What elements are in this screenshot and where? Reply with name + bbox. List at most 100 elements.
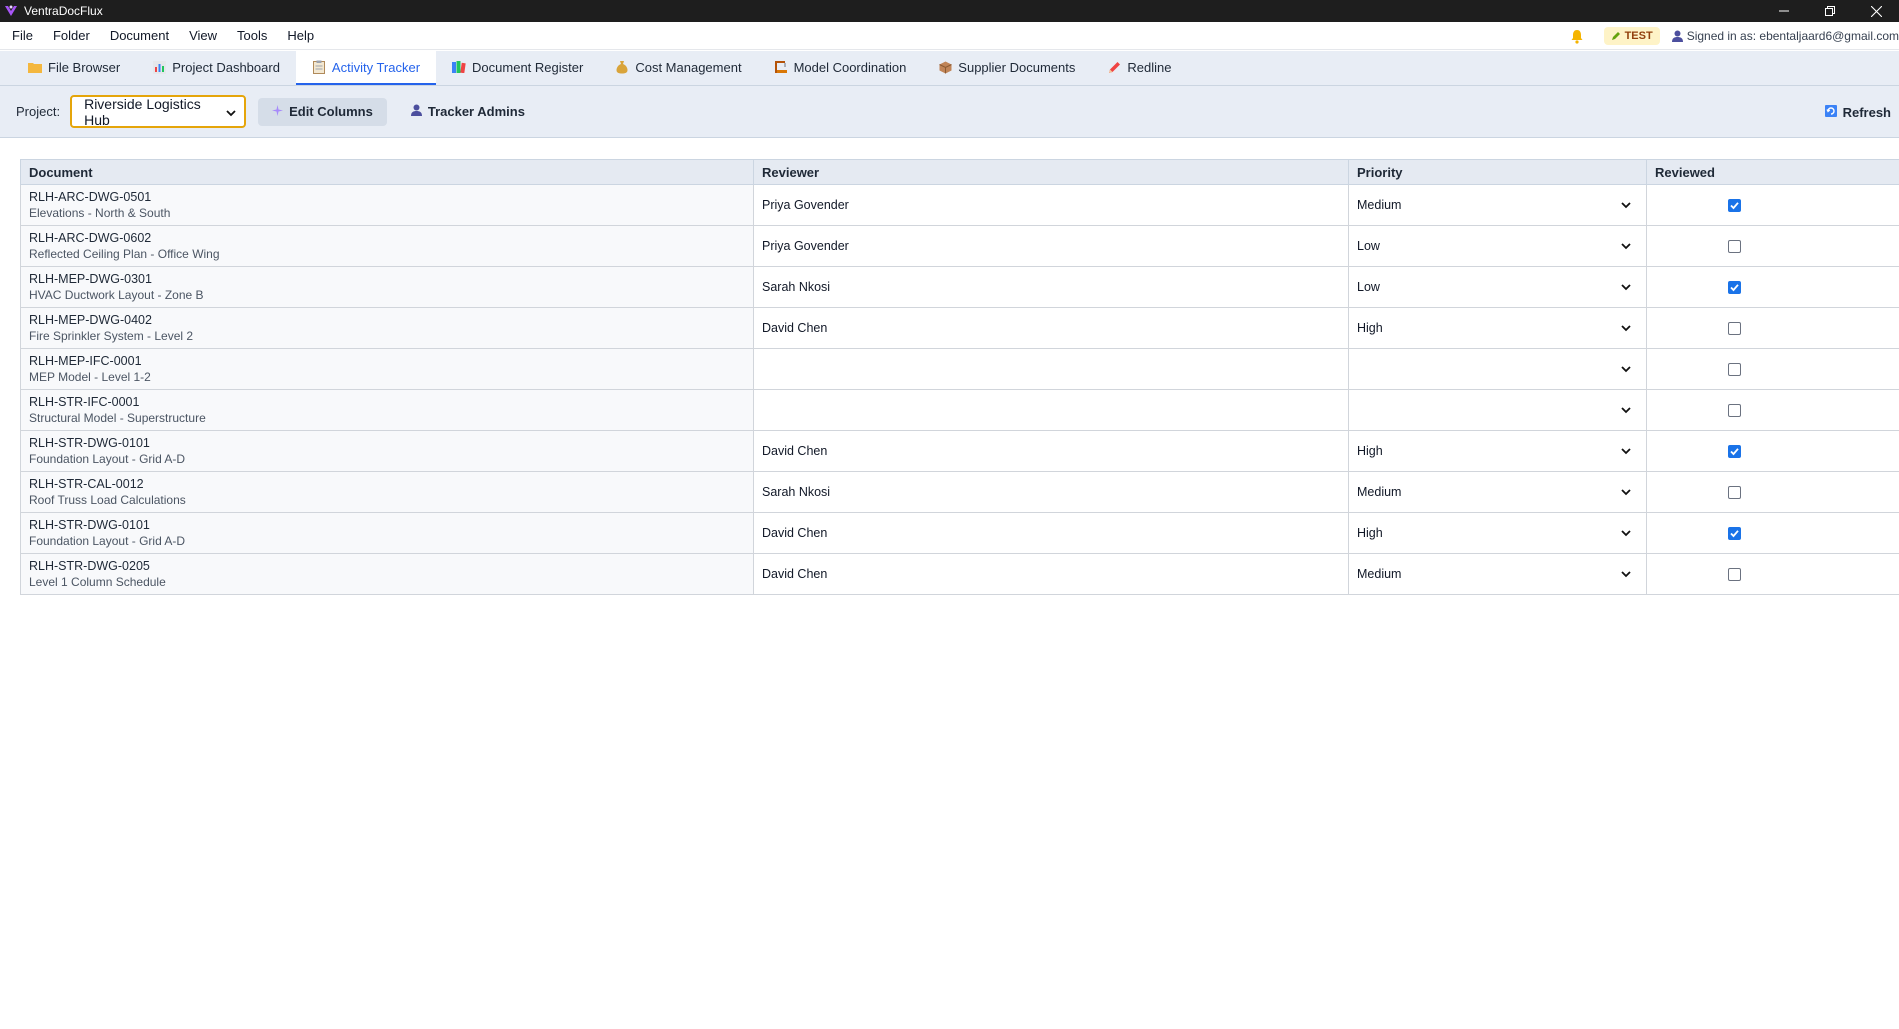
edit-columns-button[interactable]: Edit Columns [258, 97, 387, 126]
table-row[interactable]: RLH-STR-DWG-0101 Foundation Layout - Grid… [20, 430, 1899, 472]
tab-activity-tracker[interactable]: Activity Tracker [295, 51, 437, 85]
reviewer-cell[interactable] [753, 389, 1349, 431]
reviewed-checkbox[interactable] [1727, 527, 1741, 541]
menu-view[interactable]: View [179, 22, 227, 50]
priority-select[interactable] [1348, 389, 1647, 431]
menu-folder[interactable]: Folder [43, 22, 100, 50]
tracker-admins-label: Tracker Admins [427, 104, 525, 119]
chevron-down-icon [226, 104, 236, 120]
minimize-icon[interactable] [1761, 0, 1807, 22]
reviewed-checkbox[interactable] [1727, 445, 1741, 459]
table-row[interactable]: RLH-STR-IFC-0001 Structural Model - Super… [20, 389, 1899, 431]
document-cell[interactable]: RLH-STR-IFC-0001 Structural Model - Super… [20, 389, 754, 431]
reviewer-cell[interactable]: Priya Govender [753, 184, 1349, 226]
tab-label: Cost Management [635, 59, 742, 75]
menu-bar: File Folder Document View Tools Help TES… [0, 22, 1899, 50]
reviewed-checkbox[interactable] [1727, 240, 1741, 254]
menu-document[interactable]: Document [100, 22, 179, 50]
document-title: Roof Truss Load Calculations [29, 493, 186, 507]
priority-select[interactable]: Low [1348, 266, 1647, 308]
table-row[interactable]: RLH-STR-DWG-0101 Foundation Layout - Grid… [20, 512, 1899, 554]
reviewed-checkbox[interactable] [1727, 322, 1741, 336]
document-cell[interactable]: RLH-MEP-IFC-0001 MEP Model - Level 1-2 [20, 348, 754, 390]
environment-badge: TEST [1603, 27, 1660, 45]
tracker-admins-button[interactable]: Tracker Admins [397, 98, 539, 126]
reviewer-cell[interactable]: David Chen [753, 307, 1349, 349]
reviewer-cell[interactable]: David Chen [753, 430, 1349, 472]
table-row[interactable]: RLH-STR-CAL-0012 Roof Truss Load Calculat… [20, 471, 1899, 513]
notification-bell-icon[interactable] [1568, 27, 1586, 45]
document-code: RLH-ARC-DWG-0501 [29, 190, 152, 204]
table-row[interactable]: RLH-MEP-IFC-0001 MEP Model - Level 1-2 [20, 348, 1899, 390]
document-code: RLH-STR-IFC-0001 [29, 395, 140, 409]
tab-file-browser[interactable]: File Browser [12, 51, 136, 85]
tab-project-dashboard[interactable]: Project Dashboard [136, 51, 296, 85]
reviewed-checkbox[interactable] [1727, 281, 1741, 295]
reviewer-cell[interactable]: Sarah Nkosi [753, 471, 1349, 513]
priority-select[interactable]: High [1348, 512, 1647, 554]
refresh-button[interactable]: Refresh [1811, 98, 1899, 126]
document-cell[interactable]: RLH-STR-CAL-0012 Roof Truss Load Calculat… [20, 471, 754, 513]
column-header-document[interactable]: Document [20, 159, 754, 185]
table-row[interactable]: RLH-ARC-DWG-0602 Reflected Ceiling Plan -… [20, 225, 1899, 267]
menu-file[interactable]: File [0, 22, 43, 50]
chevron-down-icon [1620, 199, 1632, 211]
reviewer-cell[interactable]: Sarah Nkosi [753, 266, 1349, 308]
reviewer-value: Priya Govender [762, 239, 849, 253]
column-header-priority[interactable]: Priority [1348, 159, 1647, 185]
menu-tools[interactable]: Tools [227, 22, 277, 50]
document-title: Foundation Layout - Grid A-D [29, 534, 186, 548]
reviewed-checkbox[interactable] [1727, 486, 1741, 500]
tab-model-coordination[interactable]: Model Coordination [758, 51, 923, 85]
tab-label: Supplier Documents [958, 59, 1076, 75]
reviewer-cell[interactable]: David Chen [753, 512, 1349, 554]
document-cell[interactable]: RLH-STR-DWG-0101 Foundation Layout - Grid… [20, 512, 754, 554]
restore-icon[interactable] [1807, 0, 1853, 22]
document-cell[interactable]: RLH-STR-DWG-0205 Level 1 Column Schedule [20, 553, 754, 595]
document-cell[interactable]: RLH-STR-DWG-0101 Foundation Layout - Grid… [20, 430, 754, 472]
tab-cost-management[interactable]: Cost Management [599, 51, 757, 85]
module-tabs: File Browser Project Dashboard Activity … [0, 51, 1899, 86]
close-icon[interactable] [1853, 0, 1899, 22]
table-row[interactable]: RLH-ARC-DWG-0501 Elevations - North & Sou… [20, 184, 1899, 226]
document-cell[interactable]: RLH-MEP-DWG-0402 Fire Sprinkler System - … [20, 307, 754, 349]
menu-help[interactable]: Help [277, 22, 324, 50]
document-title: Structural Model - Superstructure [29, 411, 206, 425]
priority-select[interactable]: Medium [1348, 184, 1647, 226]
refresh-label: Refresh [1842, 104, 1891, 120]
reviewed-checkbox[interactable] [1727, 404, 1741, 418]
reviewer-cell[interactable]: David Chen [753, 553, 1349, 595]
books-icon [452, 60, 466, 74]
priority-value: High [1357, 526, 1383, 540]
priority-select[interactable]: Low [1348, 225, 1647, 267]
project-select[interactable]: Riverside Logistics Hub [70, 95, 247, 128]
table-row[interactable]: RLH-STR-DWG-0205 Level 1 Column Schedule D… [20, 553, 1899, 595]
document-title: Reflected Ceiling Plan - Office Wing [29, 247, 220, 261]
document-cell[interactable]: RLH-ARC-DWG-0501 Elevations - North & Sou… [20, 184, 754, 226]
document-cell[interactable]: RLH-MEP-DWG-0301 HVAC Ductwork Layout - Z… [20, 266, 754, 308]
reviewed-checkbox[interactable] [1727, 568, 1741, 582]
reviewer-cell[interactable]: Priya Govender [753, 225, 1349, 267]
tab-redline[interactable]: Redline [1091, 51, 1187, 85]
priority-select[interactable] [1348, 348, 1647, 390]
reviewed-checkbox[interactable] [1727, 363, 1741, 377]
user-icon [1671, 30, 1683, 42]
priority-select[interactable]: Medium [1348, 553, 1647, 595]
reviewed-checkbox[interactable] [1727, 199, 1741, 213]
project-select-value: Riverside Logistics Hub [84, 95, 201, 128]
priority-select[interactable]: High [1348, 430, 1647, 472]
priority-select[interactable]: Medium [1348, 471, 1647, 513]
column-header-reviewer[interactable]: Reviewer [753, 159, 1349, 185]
tab-document-register[interactable]: Document Register [436, 51, 599, 85]
table-row[interactable]: RLH-MEP-DWG-0402 Fire Sprinkler System - … [20, 307, 1899, 349]
priority-select[interactable]: High [1348, 307, 1647, 349]
pencil-icon [1107, 60, 1121, 74]
document-cell[interactable]: RLH-ARC-DWG-0602 Reflected Ceiling Plan -… [20, 225, 754, 267]
reviewer-value: Priya Govender [762, 198, 849, 212]
tab-label: Model Coordination [793, 59, 907, 75]
tab-supplier-documents[interactable]: Supplier Documents [922, 51, 1091, 85]
column-header-reviewed[interactable]: Reviewed [1646, 159, 1899, 185]
reviewer-cell[interactable] [753, 348, 1349, 390]
table-row[interactable]: RLH-MEP-DWG-0301 HVAC Ductwork Layout - Z… [20, 266, 1899, 308]
app-logo-icon [2, 2, 20, 20]
